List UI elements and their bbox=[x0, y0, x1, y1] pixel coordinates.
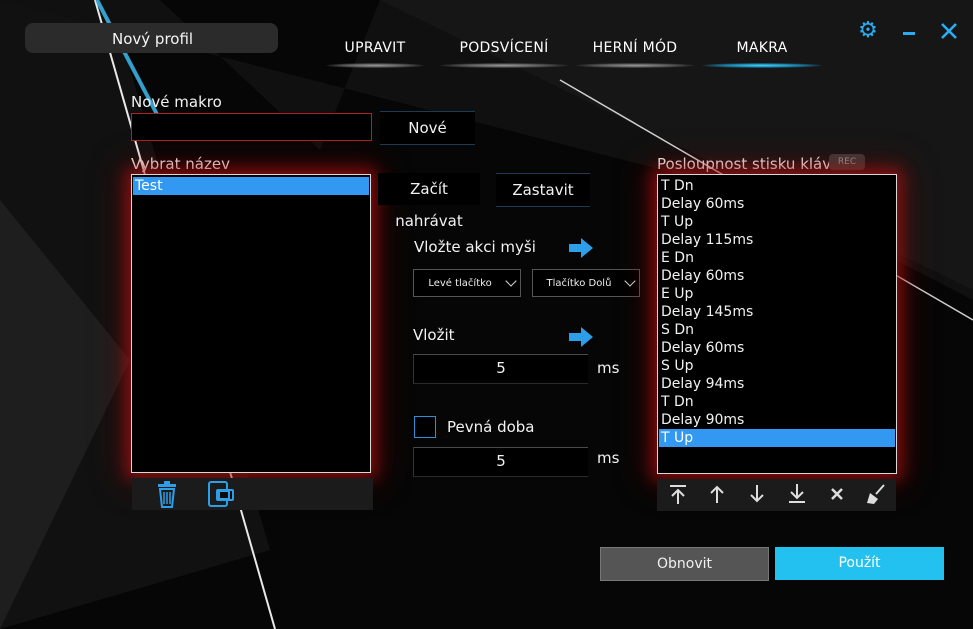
list-item[interactable]: Test bbox=[133, 177, 369, 195]
new-macro-label: Nové makro bbox=[131, 93, 222, 111]
minimize-icon[interactable] bbox=[896, 18, 922, 44]
list-item[interactable]: Delay 94ms bbox=[659, 375, 895, 393]
tab-label: MAKRA bbox=[736, 40, 788, 56]
insert-mouse-action-arrow-icon[interactable] bbox=[568, 237, 594, 259]
stop-recording-button[interactable]: Zastavit bbox=[496, 173, 590, 207]
apply-button[interactable]: Použít bbox=[775, 547, 944, 580]
mouse-button-value: Levé tlačítko bbox=[428, 277, 492, 289]
list-item[interactable]: T Up bbox=[659, 429, 895, 447]
insert-delay-input[interactable]: 5 bbox=[413, 354, 588, 384]
list-item[interactable]: S Dn bbox=[659, 321, 895, 339]
copy-icon[interactable] bbox=[206, 479, 238, 509]
macro-list-toolbar bbox=[132, 478, 373, 510]
list-item[interactable]: Delay 90ms bbox=[659, 411, 895, 429]
sequence-label: Posloupnost stisku kláves bbox=[657, 155, 849, 173]
list-item[interactable]: E Up bbox=[659, 285, 895, 303]
list-item[interactable]: T Dn bbox=[659, 393, 895, 411]
list-item[interactable]: T Dn bbox=[659, 177, 895, 195]
reset-button[interactable]: Obnovit bbox=[600, 547, 769, 581]
move-down-icon[interactable] bbox=[742, 479, 772, 509]
move-bottom-icon[interactable] bbox=[782, 479, 812, 509]
select-name-label: Vybrat název bbox=[131, 155, 230, 173]
mouse-button-select[interactable]: Levé tlačítko bbox=[413, 269, 521, 297]
list-item[interactable]: E Dn bbox=[659, 249, 895, 267]
fixed-time-checkbox[interactable] bbox=[414, 416, 436, 438]
new-macro-button[interactable]: Nové bbox=[380, 111, 475, 145]
tab-label: HERNÍ MÓD bbox=[592, 40, 678, 56]
list-item[interactable]: Delay 60ms bbox=[659, 339, 895, 357]
list-item[interactable]: S Up bbox=[659, 357, 895, 375]
rec-badge[interactable]: REC bbox=[829, 154, 865, 170]
tab-podsviceni[interactable]: PODSVÍCENÍ bbox=[440, 40, 568, 68]
tab-makra[interactable]: MAKRA bbox=[702, 40, 822, 68]
insert-delay-arrow-icon[interactable] bbox=[568, 326, 594, 348]
new-macro-input[interactable] bbox=[131, 113, 372, 141]
fixed-time-label: Pevná doba bbox=[447, 418, 535, 436]
start-recording-button[interactable]: Začít nahrávat bbox=[378, 173, 480, 230]
sequence-toolbar bbox=[657, 479, 896, 511]
list-item[interactable]: Delay 145ms bbox=[659, 303, 895, 321]
mouse-action-value: Tlačítko Dolů bbox=[546, 277, 612, 289]
chevron-down-icon bbox=[505, 275, 517, 287]
clear-icon[interactable] bbox=[861, 479, 891, 509]
tab-upravit[interactable]: UPRAVIT bbox=[326, 40, 424, 68]
fixed-time-input[interactable]: 5 bbox=[413, 447, 588, 477]
macro-name-list[interactable]: Test bbox=[131, 174, 371, 473]
insert-delay-label: Vložit bbox=[413, 326, 455, 344]
list-item[interactable]: Delay 60ms bbox=[659, 267, 895, 285]
gear-icon[interactable]: ⚙ bbox=[855, 18, 881, 44]
list-item[interactable]: T Up bbox=[659, 213, 895, 231]
close-icon[interactable] bbox=[936, 18, 962, 44]
delete-icon[interactable] bbox=[822, 479, 852, 509]
key-sequence-list[interactable]: T Dn Delay 60ms T Up Delay 115ms E Dn De… bbox=[657, 174, 897, 474]
profile-name: Nový profil bbox=[112, 30, 194, 48]
mouse-action-select[interactable]: Tlačítko Dolů bbox=[532, 269, 640, 297]
tab-herni-mod[interactable]: HERNÍ MÓD bbox=[576, 40, 694, 68]
fixed-time-unit: ms bbox=[597, 449, 620, 467]
chevron-down-icon bbox=[624, 275, 636, 287]
mouse-action-label: Vložte akci myši bbox=[414, 238, 536, 256]
list-item[interactable]: Delay 115ms bbox=[659, 231, 895, 249]
tab-label: UPRAVIT bbox=[344, 40, 406, 56]
move-top-icon[interactable] bbox=[663, 479, 693, 509]
trash-icon[interactable] bbox=[152, 479, 182, 509]
list-item[interactable]: Delay 60ms bbox=[659, 195, 895, 213]
move-up-icon[interactable] bbox=[702, 479, 732, 509]
insert-delay-unit: ms bbox=[597, 359, 620, 377]
tab-label: PODSVÍCENÍ bbox=[459, 40, 549, 56]
